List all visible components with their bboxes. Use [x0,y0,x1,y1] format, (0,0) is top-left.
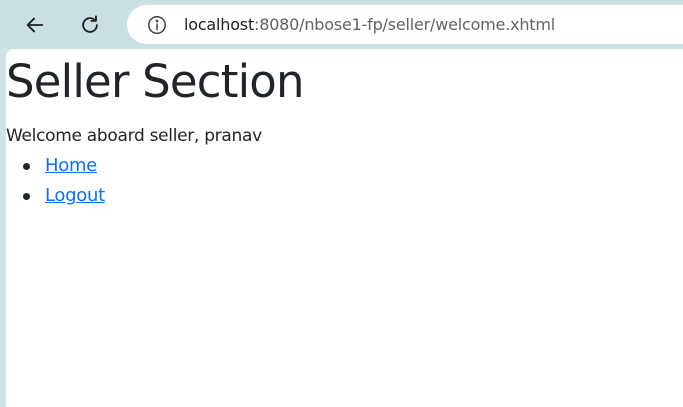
home-link[interactable]: Home [45,155,97,176]
url-text[interactable]: localhost:8080/nbose1-fp/seller/welcome.… [184,15,555,34]
url-host: localhost [184,15,255,34]
reload-button[interactable] [73,8,107,42]
back-button[interactable] [18,8,52,42]
welcome-message: Welcome aboard seller, pranav [6,126,262,146]
nav-list: Home Logout [6,153,105,213]
logout-link[interactable]: Logout [45,185,105,206]
address-bar[interactable]: localhost:8080/nbose1-fp/seller/welcome.… [127,5,683,44]
page-content: Seller Section Welcome aboard seller, pr… [6,49,683,407]
bullet-icon [23,163,30,170]
page-title: Seller Section [6,55,305,108]
url-path: :8080/nbose1-fp/seller/welcome.xhtml [254,15,556,34]
info-icon[interactable] [146,14,168,36]
list-item: Home [6,153,105,183]
bullet-icon [23,193,30,200]
arrow-left-icon [26,17,44,33]
list-item: Logout [6,183,105,213]
reload-icon [82,15,98,33]
browser-toolbar: localhost:8080/nbose1-fp/seller/welcome.… [0,0,683,49]
